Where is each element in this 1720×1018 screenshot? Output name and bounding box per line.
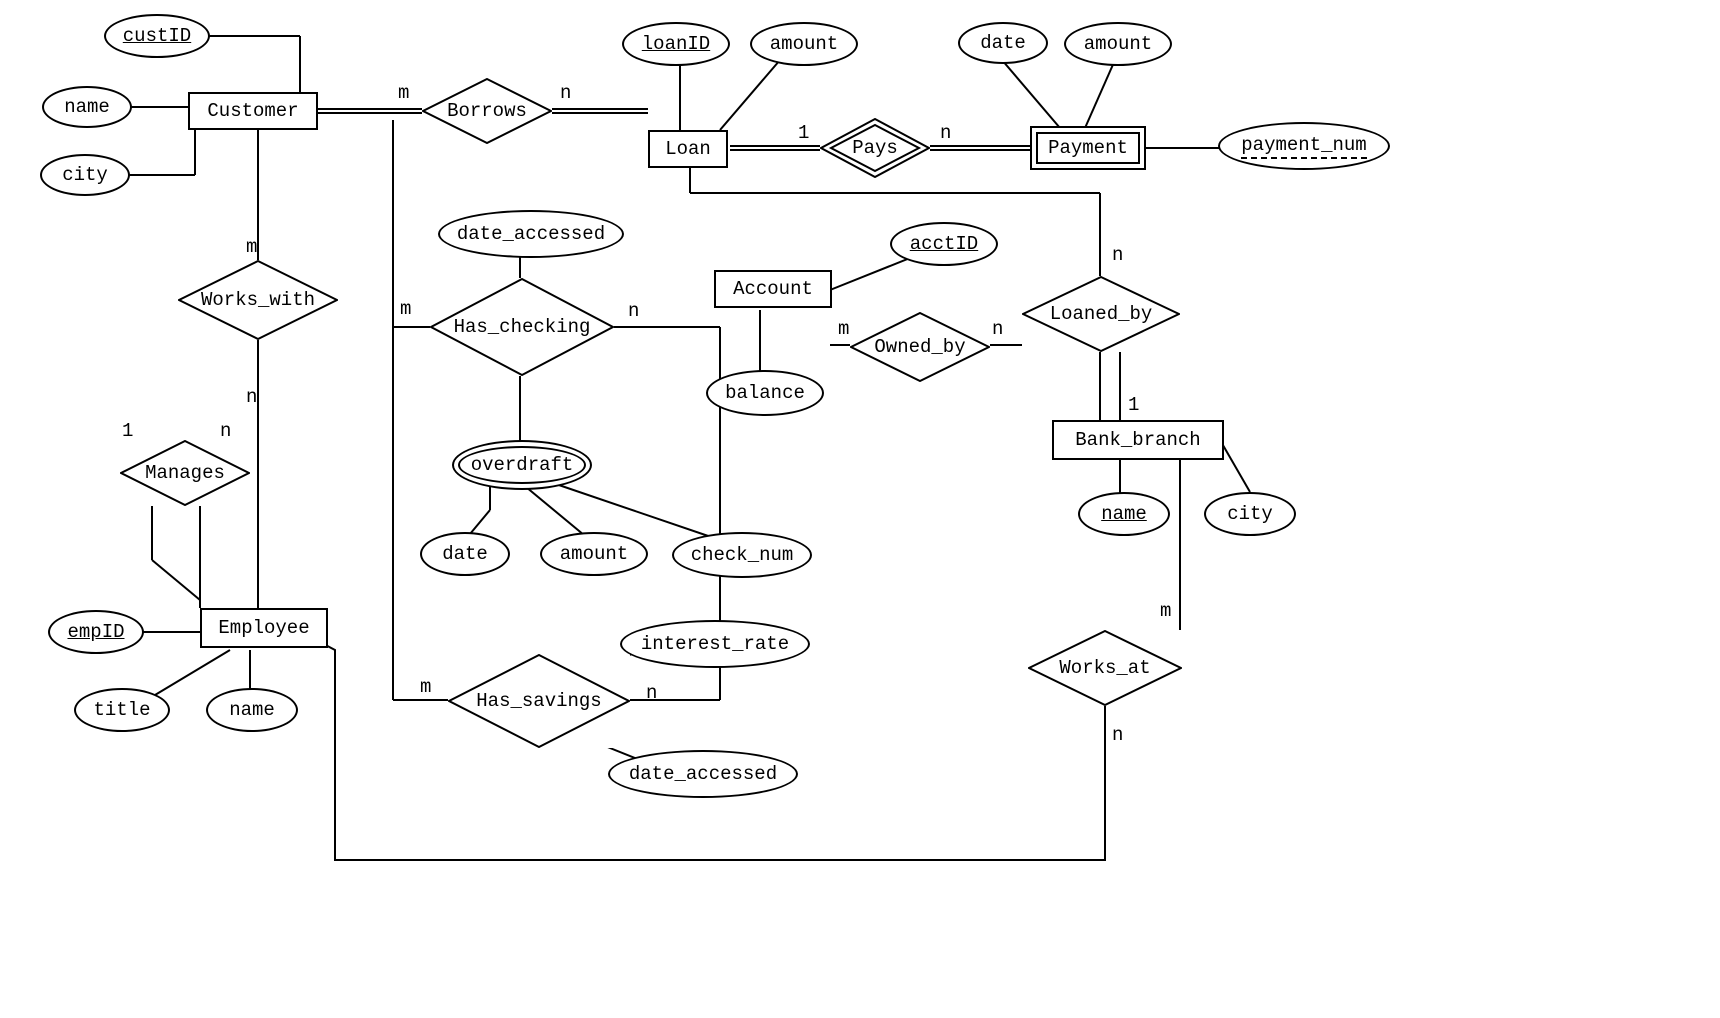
entity-account-label: Account	[733, 278, 813, 300]
entity-employee: Employee	[200, 608, 328, 648]
card-lb-1: 1	[1128, 394, 1139, 416]
attr-loanid-label: loanID	[642, 33, 710, 55]
attr-balance-label: balance	[725, 382, 805, 404]
card-mg-1: 1	[122, 420, 133, 442]
card-hc-m: m	[400, 298, 411, 320]
attr-hc-date-accessed: date_accessed	[438, 210, 624, 258]
entity-bank-branch: Bank_branch	[1052, 420, 1224, 460]
rel-owned-by: Owned_by	[850, 312, 990, 382]
entity-loan: Loan	[648, 130, 728, 168]
rel-manages: Manages	[120, 440, 250, 506]
card-hc-n: n	[628, 300, 639, 322]
attr-pay-date: date	[958, 22, 1048, 64]
entity-loan-label: Loan	[665, 138, 711, 160]
attr-overdraft: overdraft	[452, 440, 592, 490]
rel-has-savings: Has_savings	[448, 654, 630, 748]
attr-hs-interest-rate: interest_rate	[620, 620, 810, 668]
card-pays-n: n	[940, 122, 951, 144]
card-ww-m: m	[246, 236, 257, 258]
rel-pays-label: Pays	[852, 137, 898, 159]
attr-cust-city-label: city	[62, 164, 108, 186]
rel-borrows-label: Borrows	[447, 100, 527, 122]
er-diagram-canvas: Customer Loan Payment Account Bank_branc…	[0, 0, 1720, 1018]
attr-loan-amount-label: amount	[770, 33, 838, 55]
attr-emp-name-label: name	[229, 699, 275, 721]
attr-od-date: date	[420, 532, 510, 576]
attr-cust-name-label: name	[64, 96, 110, 118]
entity-employee-label: Employee	[218, 617, 309, 639]
attr-empid-label: empID	[67, 621, 124, 643]
attr-loan-amount: amount	[750, 22, 858, 66]
rel-owned-by-label: Owned_by	[874, 336, 965, 358]
entity-account: Account	[714, 270, 832, 308]
card-wa-m: m	[1160, 600, 1171, 622]
attr-payment-num-label: payment_num	[1241, 134, 1366, 159]
attr-od-check-num: check_num	[672, 532, 812, 578]
rel-has-checking: Has_checking	[430, 278, 614, 376]
attr-bb-city-label: city	[1227, 503, 1273, 525]
attr-pay-amount-label: amount	[1084, 33, 1152, 55]
attr-pay-date-label: date	[980, 32, 1026, 54]
rel-pays: Pays	[820, 118, 930, 178]
attr-overdraft-label: overdraft	[471, 454, 574, 476]
attr-acctid: acctID	[890, 222, 998, 266]
attr-cust-name: name	[42, 86, 132, 128]
attr-loanid: loanID	[622, 22, 730, 66]
attr-bb-city: city	[1204, 492, 1296, 536]
card-wa-n: n	[1112, 724, 1123, 746]
attr-payment-num: payment_num	[1218, 122, 1390, 170]
rel-works-with-label: Works_with	[201, 289, 315, 311]
entity-bank-branch-label: Bank_branch	[1075, 429, 1200, 451]
card-ww-n: n	[246, 386, 257, 408]
rel-manages-label: Manages	[145, 462, 225, 484]
attr-od-check-num-label: check_num	[691, 544, 794, 566]
attr-hs-interest-rate-label: interest_rate	[641, 633, 789, 655]
attr-bb-name-label: name	[1101, 503, 1147, 525]
attr-cust-city: city	[40, 154, 130, 196]
attr-emp-title: title	[74, 688, 170, 732]
attr-emp-name: name	[206, 688, 298, 732]
card-hs-n: n	[646, 682, 657, 704]
attr-acctid-label: acctID	[910, 233, 978, 255]
attr-hs-date-accessed-label: date_accessed	[629, 763, 777, 785]
card-pays-1: 1	[798, 122, 809, 144]
attr-bb-name: name	[1078, 492, 1170, 536]
attr-hc-date-accessed-label: date_accessed	[457, 223, 605, 245]
attr-od-amount-label: amount	[560, 543, 628, 565]
attr-od-date-label: date	[442, 543, 488, 565]
rel-works-at: Works_at	[1028, 630, 1182, 706]
entity-customer-label: Customer	[207, 100, 298, 122]
entity-customer: Customer	[188, 92, 318, 130]
card-lb-n: n	[1112, 244, 1123, 266]
entity-payment: Payment	[1030, 126, 1146, 170]
rel-works-at-label: Works_at	[1059, 657, 1150, 679]
attr-emp-title-label: title	[93, 699, 150, 721]
card-mg-n: n	[220, 420, 231, 442]
rel-works-with: Works_with	[178, 260, 338, 340]
card-ob-n: n	[992, 318, 1003, 340]
rel-loaned-by-label: Loaned_by	[1050, 303, 1153, 325]
rel-borrows: Borrows	[422, 78, 552, 144]
attr-empid: empID	[48, 610, 144, 654]
rel-loaned-by: Loaned_by	[1022, 276, 1180, 352]
attr-custid: custID	[104, 14, 210, 58]
card-borrows-m: m	[398, 82, 409, 104]
card-borrows-n: n	[560, 82, 571, 104]
card-ob-m: m	[838, 318, 849, 340]
entity-payment-label: Payment	[1048, 137, 1128, 159]
attr-balance: balance	[706, 370, 824, 416]
attr-custid-label: custID	[123, 25, 191, 47]
attr-pay-amount: amount	[1064, 22, 1172, 66]
attr-hs-date-accessed: date_accessed	[608, 750, 798, 798]
rel-has-savings-label: Has_savings	[476, 690, 601, 712]
rel-has-checking-label: Has_checking	[454, 316, 591, 338]
attr-od-amount: amount	[540, 532, 648, 576]
card-hs-m: m	[420, 676, 431, 698]
